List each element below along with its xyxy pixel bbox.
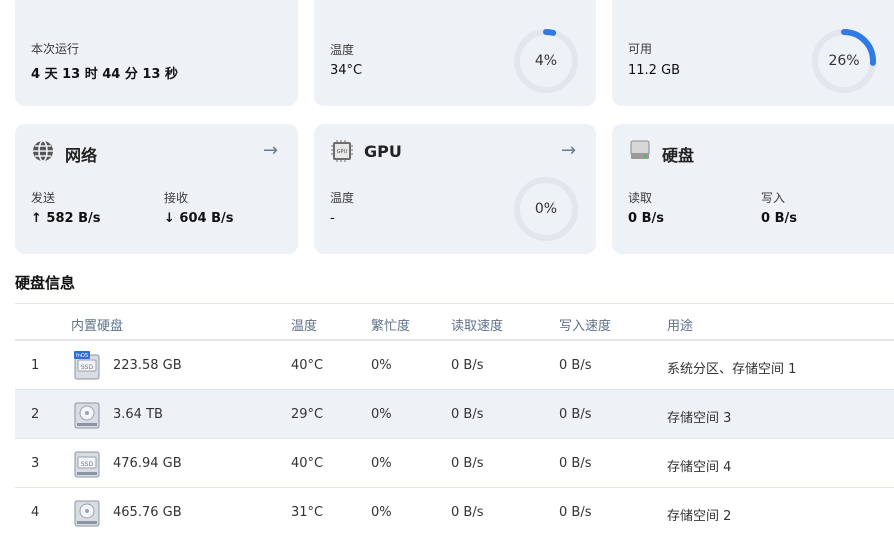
svg-text:SSD: SSD <box>81 461 94 468</box>
svg-text:GPU: GPU <box>337 149 348 155</box>
row-index: 1 <box>31 358 40 373</box>
memory-available-label: 可用 <box>628 42 653 56</box>
disk-busy: 0% <box>371 456 392 471</box>
fnos-badge: fnOS <box>76 353 88 359</box>
disk-icon <box>628 139 652 163</box>
cpu-temp-card: 温度 34°C 4% <box>314 0 596 106</box>
disk-card: 硬盘 读取 0 B/s 写入 0 B/s <box>612 124 894 254</box>
uptime-value: 4 天 13 时 44 分 13 秒 <box>31 67 178 82</box>
disk-size: 3.64 TB <box>113 407 163 422</box>
row-index: 3 <box>31 456 40 471</box>
network-send-value: ↑ 582 B/s <box>31 211 101 226</box>
disk-size: 223.58 GB <box>113 358 182 373</box>
disk-title: 硬盘 <box>662 146 695 165</box>
table-row[interactable]: 1 SSD fnOS 223.58 GB 40°C 0% 0 B/s 0 B/s … <box>15 341 894 390</box>
row-index: 4 <box>31 505 40 520</box>
disk-temp: 29°C <box>291 407 324 422</box>
disk-temp: 31°C <box>291 505 324 520</box>
globe-icon <box>31 139 55 163</box>
memory-card: 可用 11.2 GB 26% <box>612 0 894 106</box>
disk-busy: 0% <box>371 358 392 373</box>
hdd-icon <box>74 400 100 430</box>
network-arrow-right-icon[interactable]: → <box>263 140 278 161</box>
disk-read-label: 读取 <box>628 191 653 205</box>
disk-write-speed: 0 B/s <box>559 358 592 373</box>
cpu-temp-value: 34°C <box>330 63 363 78</box>
column-header-read-speed: 读取速度 <box>451 319 504 334</box>
row-index: 2 <box>31 407 40 422</box>
gpu-usage-ring: 0% <box>512 175 580 243</box>
hdd-icon <box>74 498 100 528</box>
disk-busy: 0% <box>371 505 392 520</box>
memory-usage-ring: 26% <box>810 27 878 95</box>
disk-read-speed: 0 B/s <box>451 456 484 471</box>
uptime-card: 本次运行 4 天 13 时 44 分 13 秒 <box>15 0 298 106</box>
disk-write-speed: 0 B/s <box>559 505 592 520</box>
disk-read-speed: 0 B/s <box>451 407 484 422</box>
disk-busy: 0% <box>371 407 392 422</box>
memory-usage-percent: 26% <box>828 53 860 69</box>
disk-temp: 40°C <box>291 456 324 471</box>
disk-read-speed: 0 B/s <box>451 358 484 373</box>
network-title: 网络 <box>65 146 98 165</box>
disk-write-speed: 0 B/s <box>559 456 592 471</box>
column-header-temp: 温度 <box>291 319 318 334</box>
disk-write-speed: 0 B/s <box>559 407 592 422</box>
disk-usage: 存储空间 2 <box>667 509 732 524</box>
cpu-usage-ring: 4% <box>512 27 580 95</box>
column-header-disk: 内置硬盘 <box>71 319 124 334</box>
disk-info-title: 硬盘信息 <box>15 274 76 292</box>
ssd-icon: SSD <box>74 449 100 479</box>
disk-usage: 系统分区、存储空间 1 <box>667 362 797 377</box>
disk-usage: 存储空间 3 <box>667 411 732 426</box>
table-row[interactable]: 2 3.64 TB 29°C 0% 0 B/s 0 B/s 存储空间 3 <box>15 390 894 439</box>
gpu-chip-icon: GPU <box>330 139 354 163</box>
disk-write-value: 0 B/s <box>761 211 797 226</box>
gpu-card[interactable]: GPU GPU → 温度 - 0% <box>314 124 596 254</box>
ssd-icon: SSD fnOS <box>74 351 100 381</box>
gpu-usage-percent: 0% <box>534 201 558 217</box>
column-header-busy: 繁忙度 <box>371 319 411 334</box>
uptime-label: 本次运行 <box>31 42 80 56</box>
disk-temp: 40°C <box>291 358 324 373</box>
gpu-title: GPU <box>364 142 402 161</box>
column-header-write-speed: 写入速度 <box>559 319 612 334</box>
gpu-arrow-right-icon[interactable]: → <box>561 140 576 161</box>
disk-info-table: 内置硬盘 温度 繁忙度 读取速度 写入速度 用途 1 SSD fnOS 223.5… <box>15 303 894 534</box>
gpu-temp-value: - <box>330 211 335 226</box>
network-recv-value: ↓ 604 B/s <box>164 211 234 226</box>
table-row[interactable]: 4 465.76 GB 31°C 0% 0 B/s 0 B/s 存储空间 2 <box>15 488 894 534</box>
disk-read-value: 0 B/s <box>628 211 664 226</box>
disk-write-label: 写入 <box>761 191 786 205</box>
svg-text:SSD: SSD <box>81 364 94 371</box>
disk-read-speed: 0 B/s <box>451 505 484 520</box>
disk-size: 476.94 GB <box>113 456 182 471</box>
network-send-label: 发送 <box>31 191 56 205</box>
cpu-usage-percent: 4% <box>534 53 558 69</box>
memory-available-value: 11.2 GB <box>628 63 681 78</box>
disk-table-header: 内置硬盘 温度 繁忙度 读取速度 写入速度 用途 <box>15 303 894 341</box>
network-card[interactable]: 网络 → 发送 ↑ 582 B/s 接收 ↓ 604 B/s <box>15 124 298 254</box>
disk-usage: 存储空间 4 <box>667 460 732 475</box>
gpu-temp-label: 温度 <box>330 191 355 205</box>
cpu-temp-label: 温度 <box>330 43 355 57</box>
network-recv-label: 接收 <box>164 191 189 205</box>
disk-size: 465.76 GB <box>113 505 182 520</box>
column-header-usage: 用途 <box>667 319 694 334</box>
table-row[interactable]: 3 SSD 476.94 GB 40°C 0% 0 B/s 0 B/s 存储空间… <box>15 439 894 488</box>
